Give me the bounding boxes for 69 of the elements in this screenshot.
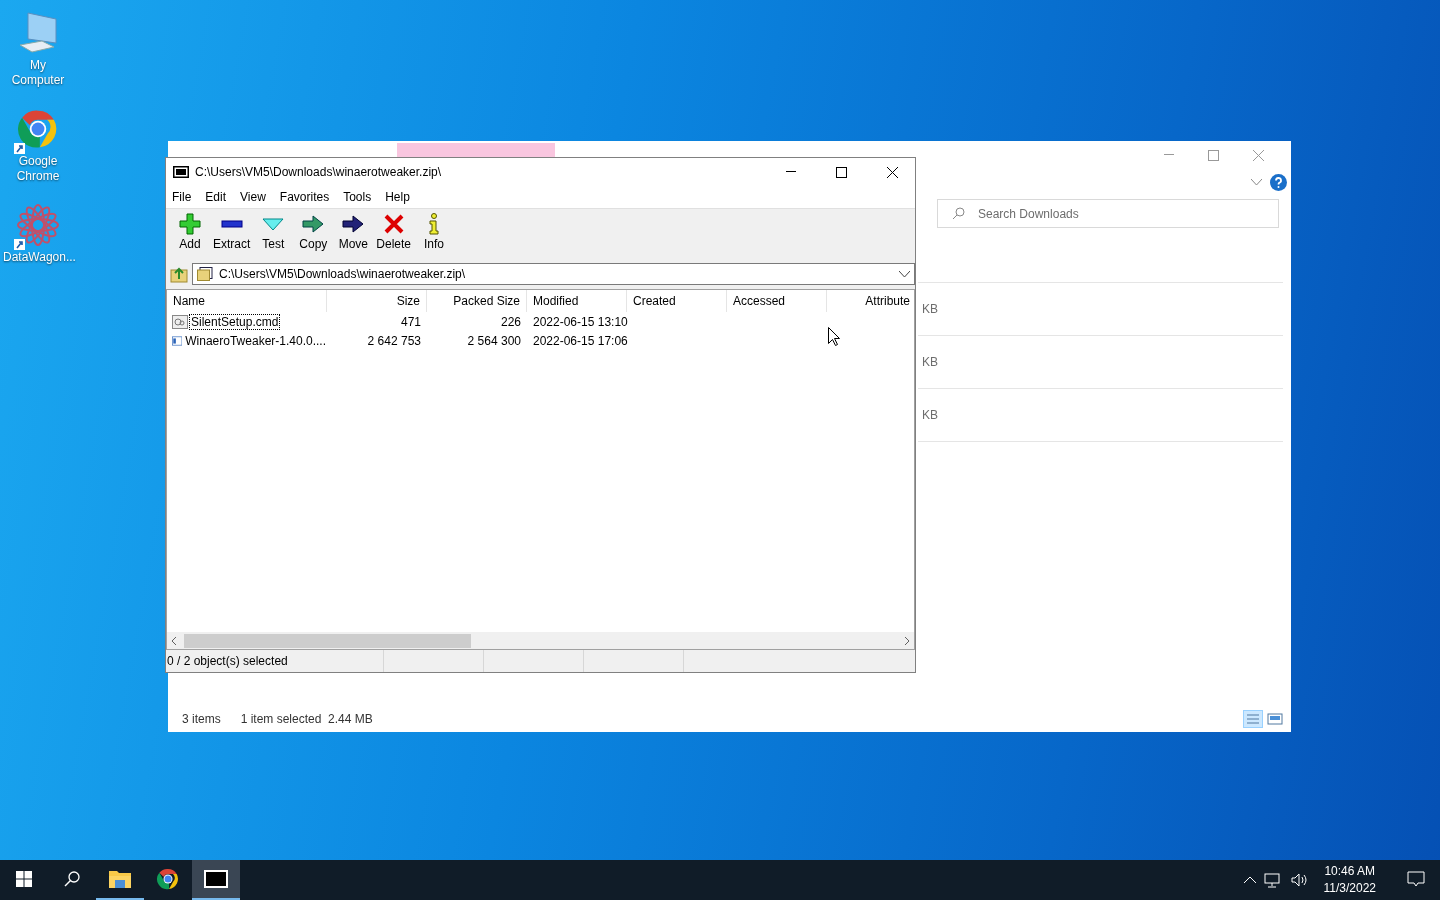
flower-icon: [16, 203, 60, 247]
folder-icon: [108, 869, 132, 889]
table-cell-text: 226: [499, 313, 522, 331]
column-header[interactable]: Modified: [527, 290, 627, 312]
taskbar-app[interactable]: [192, 860, 240, 900]
file-name[interactable]: SilentSetup.cmd: [190, 314, 280, 329]
window-title: C:\Users\VM5\Downloads\winaerotweaker.zip\: [195, 165, 443, 179]
toolbar-button[interactable]: Test: [253, 213, 294, 251]
cursor-icon: [828, 327, 840, 346]
maximize-icon[interactable]: [836, 166, 847, 178]
file-name[interactable]: WinaeroTweaker-1.40.0....: [184, 333, 327, 348]
column-header[interactable]: Packed Size: [427, 290, 527, 312]
chrome-icon: [156, 867, 180, 891]
menu-item[interactable]: Help: [385, 190, 417, 204]
toolbar-button[interactable]: Add: [170, 213, 210, 251]
search-icon: [64, 871, 80, 887]
windows-icon: [16, 871, 32, 887]
script-file-icon: [172, 314, 188, 329]
archive-icon: [197, 267, 213, 281]
selection-info: 1 item selected 2.44 MB: [240, 712, 373, 726]
status-text: 0 / 2 object(s) selected: [166, 650, 384, 672]
toolbar-button[interactable]: Extract: [210, 213, 254, 251]
file-size: KB: [921, 302, 938, 316]
menu-item[interactable]: View: [240, 190, 273, 204]
column-header[interactable]: Created: [627, 290, 727, 312]
menu-item[interactable]: File: [172, 190, 199, 204]
chevron-down-icon[interactable]: [899, 270, 910, 278]
help-icon[interactable]: [1270, 173, 1287, 191]
chevron-down-icon[interactable]: [1251, 178, 1262, 186]
cross-icon: [382, 213, 405, 235]
arrow-right-icon: [342, 213, 365, 235]
toolbar-button[interactable]: Move: [333, 213, 374, 251]
search-field[interactable]: Search Downloads: [937, 199, 1279, 228]
column-header[interactable]: Attribute: [827, 290, 914, 312]
chevron-up-icon[interactable]: [1243, 876, 1256, 884]
minimize-icon[interactable]: [785, 171, 796, 173]
volume-icon[interactable]: [1289, 872, 1308, 888]
toolbar-button[interactable]: Info: [414, 213, 455, 251]
folder-up-icon[interactable]: [170, 265, 188, 283]
plus-icon: [179, 213, 201, 235]
close-icon[interactable]: [887, 166, 898, 178]
item-count: 3 items: [182, 712, 221, 726]
table-cell-text: 2 642 753: [366, 332, 422, 350]
menu-item[interactable]: Edit: [205, 190, 234, 204]
address-field[interactable]: C:\Users\VM5\Downloads\winaerotweaker.zip\: [192, 263, 915, 285]
message-icon: [1407, 871, 1425, 887]
column-header[interactable]: Name: [167, 290, 327, 312]
table-cell-text: 2022-06-15 17:06: [532, 332, 627, 350]
file-size: KB: [921, 408, 938, 422]
table-cell-text: 2022-06-15 13:10: [532, 313, 627, 331]
desktop-icon-label: DataWagon...: [3, 250, 73, 265]
column-header[interactable]: Size: [327, 290, 427, 312]
clock[interactable]: 10:46 AM 11/3/2022: [1315, 863, 1384, 897]
thumbnail-view-icon[interactable]: [1265, 710, 1285, 728]
toolbar-button[interactable]: Copy: [293, 213, 334, 251]
network-icon[interactable]: [1263, 872, 1282, 888]
horizontal-scrollbar[interactable]: [167, 632, 914, 649]
table-cell-text: 471: [399, 313, 422, 331]
column-header[interactable]: Accessed: [727, 290, 827, 312]
menu-item[interactable]: Favorites: [279, 190, 337, 204]
desktop-icon-label: My Computer: [10, 58, 66, 88]
file-size: KB: [921, 355, 938, 369]
search-icon: [952, 207, 965, 220]
table-cell-text: 2 564 300: [466, 332, 522, 350]
arrow-right-icon: [302, 213, 325, 235]
menu-item[interactable]: Tools: [343, 190, 379, 204]
desktop-icon-label: Google Chrome: [15, 154, 61, 184]
toolbar-button[interactable]: Delete: [373, 213, 415, 251]
window-file-icon: [172, 333, 183, 348]
